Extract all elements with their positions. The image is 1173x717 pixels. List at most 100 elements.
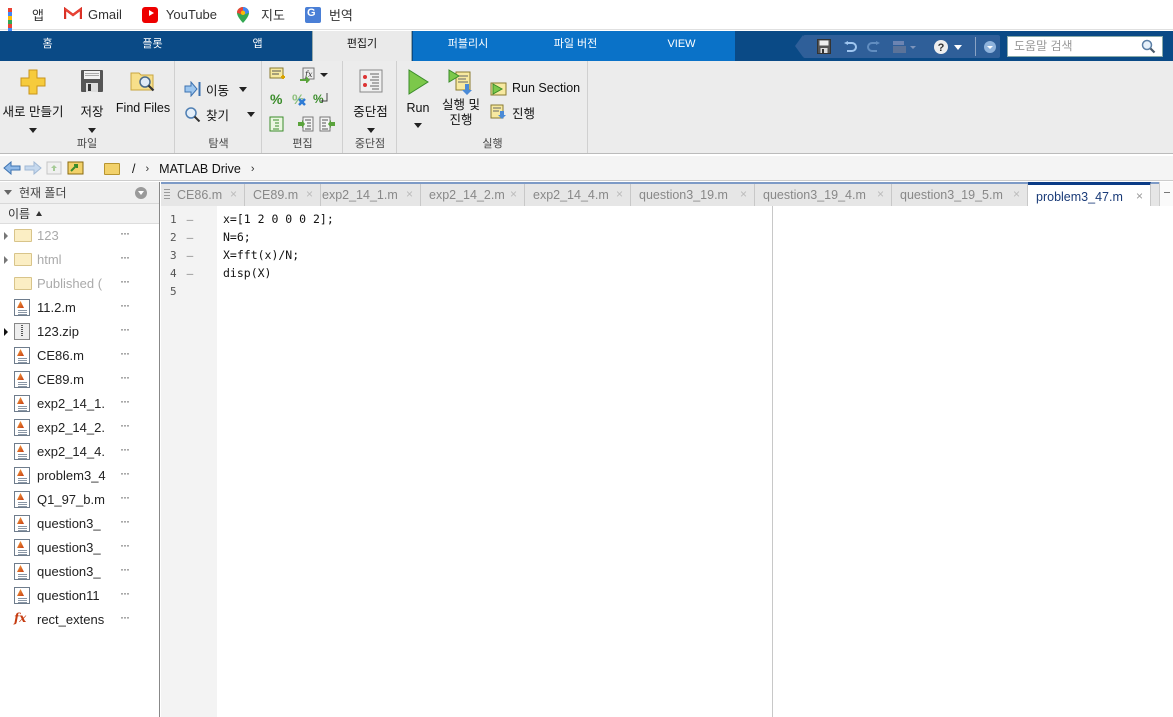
- wrap-comment-icon[interactable]: %: [313, 91, 330, 107]
- more-actions-button[interactable]: ···: [120, 562, 130, 576]
- close-icon[interactable]: ×: [616, 187, 623, 201]
- indent-icon[interactable]: [297, 116, 314, 132]
- editor-tab[interactable]: problem3_47.m ×: [1028, 182, 1151, 208]
- code-line[interactable]: disp(X): [223, 266, 271, 280]
- more-actions-button[interactable]: ···: [120, 346, 130, 360]
- collapse-icon[interactable]: [4, 190, 12, 195]
- tab-home[interactable]: 홈: [0, 31, 95, 61]
- more-actions-button[interactable]: ···: [120, 490, 130, 504]
- editor-tab[interactable]: CE86.m ×: [169, 184, 245, 206]
- tab-view[interactable]: VIEW: [628, 31, 735, 61]
- file-item[interactable]: Q1_97_b.m ···: [0, 488, 159, 512]
- code-line[interactable]: N=6;: [223, 230, 251, 244]
- expand-arrow-icon[interactable]: [4, 256, 8, 264]
- bookmark-youtube[interactable]: YouTube: [141, 0, 227, 30]
- close-icon[interactable]: ×: [877, 187, 884, 201]
- find-button[interactable]: 찾기: [184, 104, 256, 124]
- close-icon[interactable]: ×: [510, 187, 517, 201]
- file-item[interactable]: exp2_14_4. ···: [0, 440, 159, 464]
- file-item[interactable]: question3_ ···: [0, 560, 159, 584]
- breakpoint-marker[interactable]: –: [187, 213, 194, 226]
- more-actions-button[interactable]: ···: [120, 394, 130, 408]
- more-actions-button[interactable]: ···: [120, 466, 130, 480]
- close-icon[interactable]: ×: [306, 187, 313, 201]
- file-item[interactable]: CE86.m ···: [0, 344, 159, 368]
- run-button[interactable]: Run: [400, 69, 436, 128]
- tab-apps[interactable]: 앱: [210, 31, 305, 61]
- bookmark-gmail[interactable]: Gmail: [63, 0, 132, 30]
- breakpoints-button[interactable]: 중단점: [344, 69, 397, 133]
- editor-tab[interactable]: CE89.m ×: [245, 184, 321, 206]
- editor-tab[interactable]: exp2_14_4.m ×: [525, 184, 631, 206]
- fx-insert-icon[interactable]: fx: [299, 67, 329, 84]
- more-actions-button[interactable]: ···: [120, 250, 130, 264]
- browse-folder-icon[interactable]: [66, 161, 84, 175]
- up-folder-icon[interactable]: [45, 161, 63, 175]
- close-icon[interactable]: ×: [1136, 189, 1143, 203]
- breakpoint-marker[interactable]: –: [187, 267, 194, 280]
- advance-button[interactable]: 진행: [490, 102, 535, 122]
- back-icon[interactable]: [3, 160, 21, 176]
- more-actions-button[interactable]: ···: [120, 586, 130, 600]
- tab-publish[interactable]: 퍼블리시: [413, 31, 523, 61]
- close-icon[interactable]: ×: [740, 187, 747, 201]
- goto-button[interactable]: 이동: [184, 79, 248, 99]
- file-item[interactable]: question3_ ···: [0, 512, 159, 536]
- more-actions-button[interactable]: ···: [120, 418, 130, 432]
- editor-tab[interactable]: exp2_14_2.m ×: [421, 184, 525, 206]
- file-item[interactable]: exp2_14_2. ···: [0, 416, 159, 440]
- file-item[interactable]: 11.2.m ···: [0, 296, 159, 320]
- file-item[interactable]: Published (···: [0, 272, 159, 296]
- close-icon[interactable]: ×: [406, 187, 413, 201]
- expand-arrow-icon[interactable]: [4, 232, 8, 240]
- help-search-input[interactable]: [1014, 39, 1134, 53]
- breakpoint-marker[interactable]: –: [187, 231, 194, 244]
- tab-overflow-button[interactable]: [1159, 182, 1173, 208]
- close-icon[interactable]: ×: [1013, 187, 1020, 201]
- run-section-button[interactable]: Run Section: [490, 78, 580, 98]
- more-actions-button[interactable]: ···: [120, 442, 130, 456]
- run-and-advance-button[interactable]: 실행 및 진행: [438, 69, 484, 128]
- bookmark-translate[interactable]: 번역: [304, 0, 363, 30]
- code-editor[interactable]: 1– x=[1 2 0 0 0 2]; 2– N=6; 3– X=fft(x)/N; 4– d…: [161, 206, 1173, 717]
- column-header-name[interactable]: 이름: [0, 204, 159, 224]
- code-line[interactable]: x=[1 2 0 0 0 2];: [223, 212, 334, 226]
- folder-icon[interactable]: [104, 162, 120, 175]
- window-switch-icon[interactable]: [891, 38, 919, 55]
- more-actions-button[interactable]: ···: [120, 370, 130, 384]
- more-actions-button[interactable]: ···: [120, 226, 130, 240]
- breadcrumb-separator[interactable]: ›: [251, 163, 255, 175]
- save-icon[interactable]: [815, 38, 833, 55]
- close-icon[interactable]: ×: [230, 187, 237, 201]
- insert-section-icon[interactable]: [269, 67, 286, 83]
- file-item[interactable]: exp2_14_1. ···: [0, 392, 159, 416]
- breakpoint-marker[interactable]: –: [187, 249, 194, 262]
- save-button[interactable]: 저장: [72, 69, 112, 133]
- more-actions-button[interactable]: ···: [120, 538, 130, 552]
- uncomment-icon[interactable]: %: [291, 91, 308, 107]
- smart-indent-icon[interactable]: [269, 116, 286, 132]
- outdent-icon[interactable]: [319, 116, 336, 132]
- breadcrumb-matlab-drive[interactable]: MATLAB Drive: [159, 162, 241, 176]
- forward-icon[interactable]: [24, 160, 42, 176]
- file-item[interactable]: question11 ···: [0, 584, 159, 608]
- bookmark-maps[interactable]: 지도: [237, 0, 295, 30]
- file-item[interactable]: html ···: [0, 248, 159, 272]
- dropdown-icon[interactable]: [981, 38, 999, 55]
- new-button[interactable]: 새로 만들기: [0, 69, 66, 133]
- tab-editor[interactable]: 편집기: [312, 31, 412, 62]
- file-item[interactable]: fx rect_extens ···: [0, 608, 159, 632]
- more-actions-button[interactable]: ···: [120, 298, 130, 312]
- file-item[interactable]: 123.zip ···: [0, 320, 159, 344]
- editor-tab[interactable]: question3_19.m ×: [631, 184, 755, 206]
- tab-file-versions[interactable]: 파일 버전: [523, 31, 628, 61]
- comment-icon[interactable]: %: [269, 91, 286, 107]
- file-item[interactable]: 123 ···: [0, 224, 159, 248]
- more-actions-button[interactable]: ···: [120, 514, 130, 528]
- file-item[interactable]: problem3_4 ···: [0, 464, 159, 488]
- help-search[interactable]: [1007, 36, 1163, 57]
- file-item[interactable]: question3_ ···: [0, 536, 159, 560]
- breadcrumb-separator[interactable]: ›: [145, 163, 149, 175]
- search-icon[interactable]: [1141, 39, 1156, 54]
- help-icon[interactable]: ?: [933, 38, 963, 55]
